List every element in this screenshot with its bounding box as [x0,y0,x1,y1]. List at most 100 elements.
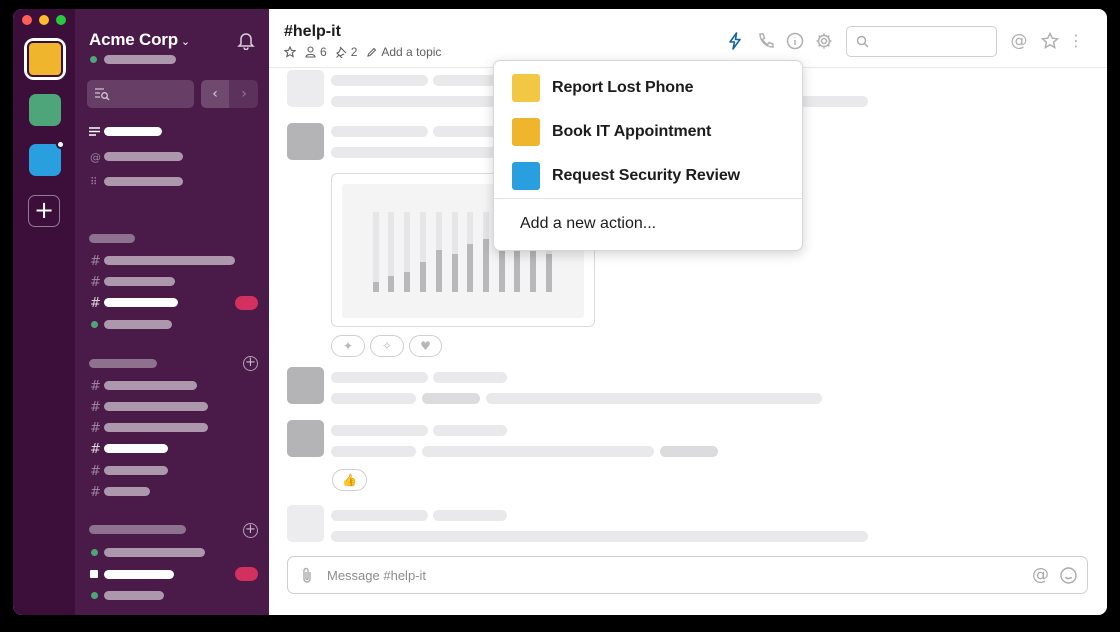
message-author-placeholder [331,75,428,86]
at-icon[interactable]: @ [1009,31,1029,51]
unread-badge [235,296,258,310]
reaction-party[interactable]: ✦ [331,335,365,357]
hash-icon: # [90,379,101,394]
members-button[interactable]: 6 [305,45,327,59]
sidebar-dm[interactable] [104,591,164,600]
bell-icon[interactable] [236,30,256,50]
star-icon[interactable] [1040,31,1060,51]
hash-icon: # [90,464,101,479]
sidebar-channel-unread[interactable] [104,298,178,307]
phone-icon[interactable] [756,31,776,51]
forward-button[interactable]: › [230,80,258,108]
workflow-request-security-review[interactable]: Request Security Review [494,156,802,196]
message-author-placeholder [331,126,428,137]
message-text-placeholder [331,393,416,404]
gear-icon[interactable] [814,31,834,51]
workspace-3[interactable] [29,140,65,176]
add-new-action-button[interactable]: Add a new action... [520,215,656,233]
sidebar-channel[interactable] [104,487,150,496]
message-author-placeholder [331,372,428,383]
add-channel-icon[interactable]: + [243,356,258,371]
message-text-placeholder [486,393,822,404]
pins-count: 2 [350,45,358,59]
sidebar-channel[interactable] [104,277,175,286]
reaction-thumbs-up[interactable]: 👍 [332,469,367,491]
avatar[interactable] [287,367,324,404]
back-button[interactable]: ‹ [201,80,229,108]
sidebar-channel-active[interactable] [104,444,168,453]
user-status-placeholder [104,55,176,64]
workflow-label: Report Lost Phone [552,79,694,96]
unread-badge [235,567,258,581]
pin-icon [335,46,347,58]
app-window: + Acme Corp ⌄ ‹ › @ ⠿ # # # + # # # # # … [13,9,1107,615]
sidebar-dm[interactable] [104,320,172,329]
sidebar-item-more[interactable] [104,177,183,186]
sidebar-channel[interactable] [104,402,208,411]
workflow-swatch-icon [512,162,540,190]
workflow-book-it-appointment[interactable]: Book IT Appointment [494,112,802,152]
avatar[interactable] [287,70,324,107]
emoji-icon[interactable] [1059,566,1078,585]
add-workspace-button[interactable]: + [28,195,60,227]
team-menu-button[interactable]: Acme Corp ⌄ [89,30,190,50]
presence-dot [91,592,98,599]
sidebar-dm[interactable] [104,548,205,557]
workflow-label: Request Security Review [552,167,740,184]
message-text-placeholder [422,393,480,404]
sidebar-search-button[interactable] [87,80,194,108]
channel-meta: 6 2 Add a topic [284,45,441,59]
add-dm-icon[interactable]: + [243,523,258,538]
hash-icon: # [90,275,101,290]
sidebar-dm-unread[interactable] [104,570,174,579]
section-header-dms[interactable] [89,525,186,534]
section-header-channels[interactable] [89,234,135,243]
filter-search-icon [95,88,110,101]
workspace-2[interactable] [29,94,61,126]
lightning-icon[interactable] [725,31,745,51]
workspace-acme-corp[interactable] [24,38,66,80]
message-input[interactable]: Message #help-it [327,568,426,583]
sidebar-item-threads[interactable] [104,127,162,136]
avatar[interactable] [287,505,324,542]
reaction-sparkles[interactable]: ✧ [370,335,404,357]
workflow-swatch-icon [512,74,540,102]
sidebar-item-mentions[interactable] [104,152,183,161]
workflow-label: Book IT Appointment [552,123,712,140]
message-composer[interactable]: Message #help-it @ [287,556,1088,594]
at-icon[interactable]: @ [1031,566,1050,585]
paperclip-icon[interactable] [300,567,314,584]
message-text-placeholder [331,446,416,457]
unread-dot [56,140,65,149]
section-header[interactable] [89,359,157,368]
sidebar-channel[interactable] [104,466,168,475]
star-icon[interactable] [284,46,296,58]
hash-icon: # [90,421,101,436]
sidebar-channel[interactable] [104,381,197,390]
add-topic-button[interactable]: Add a topic [366,45,441,59]
message-time-placeholder [433,425,507,436]
menu-divider [494,198,802,199]
avatar[interactable] [287,123,324,160]
hash-icon: # [90,442,101,457]
pins-button[interactable]: 2 [335,45,358,59]
workflow-report-lost-phone[interactable]: Report Lost Phone [494,68,802,108]
close-window-button[interactable] [22,15,32,25]
sidebar: Acme Corp ⌄ ‹ › @ ⠿ # # # + # # # # # # … [75,9,269,615]
sidebar-channel[interactable] [104,423,208,432]
add-topic-label: Add a topic [381,45,442,59]
hash-icon: # [90,296,101,311]
members-count: 6 [320,45,327,59]
person-icon [305,46,316,58]
search-input[interactable] [846,26,997,57]
avatar[interactable] [287,420,324,457]
more-icon[interactable]: ⋮ [1066,31,1086,51]
message-text-placeholder [331,147,511,158]
channel-title[interactable]: #help-it [284,23,341,41]
info-icon[interactable] [785,31,805,51]
history-nav: ‹ › [201,80,258,108]
minimize-window-button[interactable] [39,15,49,25]
zoom-window-button[interactable] [56,15,66,25]
sidebar-channel[interactable] [104,256,235,265]
reaction-heart[interactable]: ♥ [409,335,442,357]
